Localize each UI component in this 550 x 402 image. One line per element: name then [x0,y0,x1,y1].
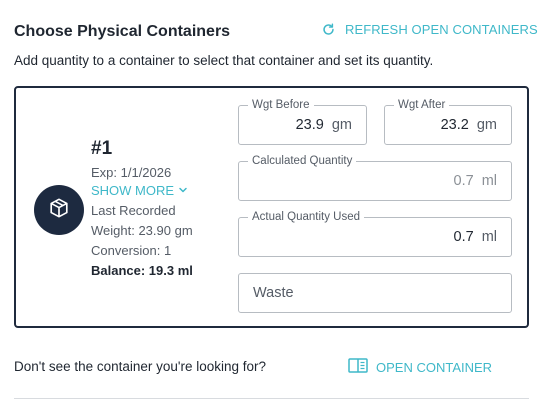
show-more-button[interactable]: SHOW MORE [91,181,221,201]
wgt-after-value: 23.2 [440,117,469,133]
weight-text: Weight: 23.90 gm [91,223,193,238]
actual-quantity-field[interactable]: Actual Quantity Used 0.7 ml [238,210,512,257]
book-icon [348,358,368,376]
wgt-before-label: Wgt Before [248,98,314,112]
wgt-before-unit: gm [331,117,352,133]
divider [14,398,529,399]
wgt-after-field[interactable]: Wgt After 23.2 gm [384,98,512,145]
actual-quantity-unit: ml [481,229,497,245]
calculated-quantity-field: Calculated Quantity 0.7 ml [238,154,512,201]
calculated-quantity-unit: ml [481,173,497,189]
wgt-before-value: 23.9 [295,117,324,133]
refresh-label: REFRESH OPEN CONTAINERS [345,22,538,37]
container-card: #1 Exp: 1/1/2026 SHOW MORE Last Recorded… [14,86,529,328]
refresh-open-containers-button[interactable]: REFRESH OPEN CONTAINERS [322,22,538,37]
chevron-down-icon [178,181,188,201]
calculated-quantity-label: Calculated Quantity [248,154,357,168]
page-title: Choose Physical Containers [14,23,231,40]
container-number: #1 [91,138,113,159]
waste-field[interactable]: Waste [238,273,512,313]
wgt-after-label: Wgt After [394,98,450,112]
actual-quantity-value: 0.7 [453,229,474,245]
missing-container-question: Don't see the container you're looking f… [14,359,267,374]
expiration-date: Exp: 1/1/2026 [91,165,172,180]
wgt-after-unit: gm [476,117,497,133]
wgt-before-field[interactable]: Wgt Before 23.9 gm [238,98,367,145]
balance-text: Balance: 19.3 ml [91,263,193,278]
container-info: #1 Exp: 1/1/2026 SHOW MORE Last Recorded… [91,138,221,281]
waste-placeholder: Waste [253,285,294,301]
box-icon [48,197,70,224]
actual-quantity-label: Actual Quantity Used [248,210,365,224]
instructions-text: Add quantity to a container to select th… [14,53,434,68]
last-recorded-label: Last Recorded [91,203,176,218]
open-container-label: OPEN CONTAINER [376,359,493,375]
conversion-text: Conversion: 1 [91,243,172,258]
refresh-icon [322,23,335,36]
show-more-label: SHOW MORE [91,183,175,198]
container-avatar [34,185,84,235]
calculated-quantity-value: 0.7 [453,173,474,189]
open-container-button[interactable]: OPEN CONTAINER [348,358,492,376]
